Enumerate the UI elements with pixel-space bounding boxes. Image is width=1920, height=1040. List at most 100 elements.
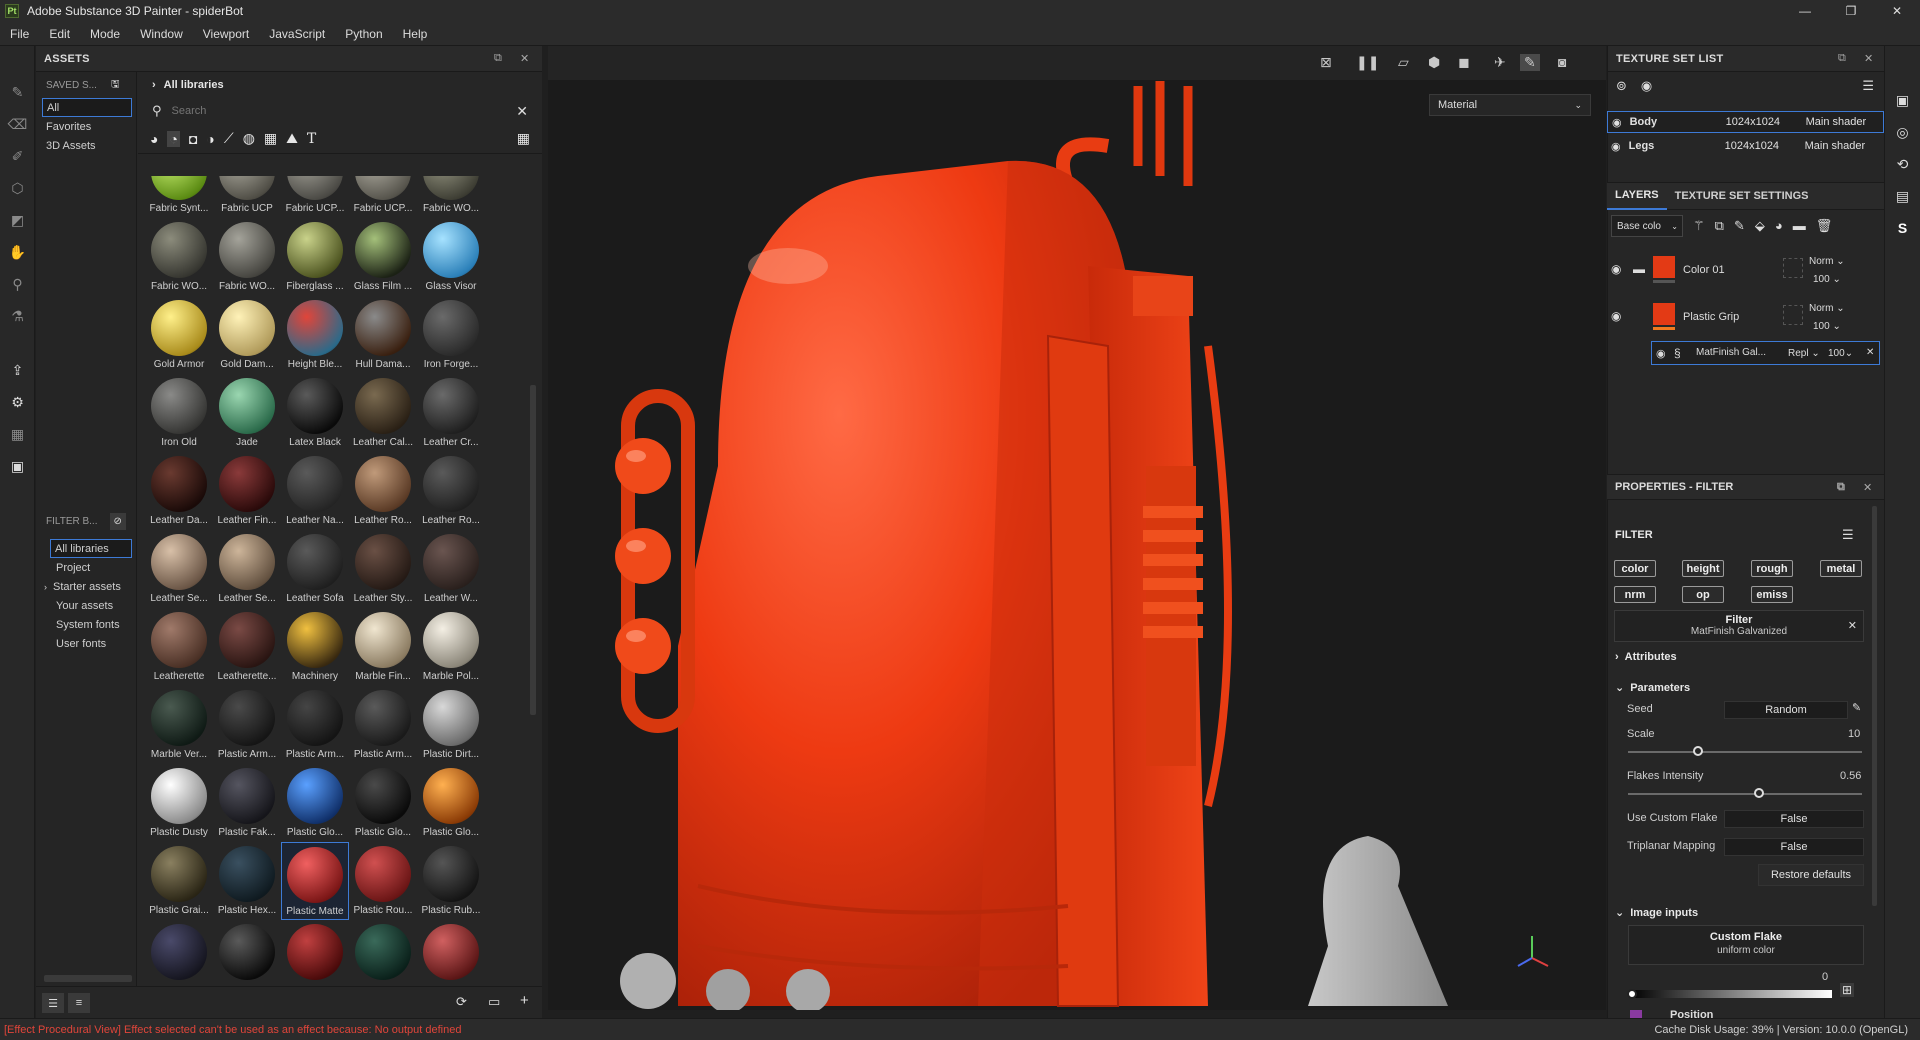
side-item-favorites[interactable]: Favorites (36, 117, 136, 136)
chip-nrm[interactable]: nrm (1614, 586, 1656, 603)
grid-view-icon[interactable]: ▦ (517, 130, 530, 147)
geometry-fill-icon[interactable]: ⬡ (0, 172, 35, 204)
shader-settings-icon[interactable]: S (1885, 212, 1920, 244)
float-panel-icon[interactable]: ⧉ (1838, 52, 1846, 65)
image-picker-icon[interactable]: ⊞ (1840, 983, 1855, 997)
menu-javascript[interactable]: JavaScript (259, 27, 335, 41)
eye-icon[interactable]: ◉ (1612, 116, 1622, 129)
asset-thumbnail[interactable] (145, 920, 213, 986)
add-folder-icon[interactable]: ▬ (1793, 218, 1806, 234)
effect-item-matfinish[interactable]: ◉ § MatFinish Gal... Repl ⌄ 100⌄ ✕ (1651, 341, 1880, 365)
flakes-slider-track[interactable] (1628, 793, 1862, 795)
filter-fonts-icon[interactable]: T (307, 131, 316, 147)
assets-search-input[interactable] (171, 105, 492, 117)
asset-thumbnail[interactable]: Gold Dam... (213, 296, 281, 374)
polygon-fill-icon[interactable]: ◩ (0, 204, 35, 236)
new-folder-icon[interactable]: ▭ (488, 994, 500, 1010)
chip-metal[interactable]: metal (1820, 560, 1862, 577)
3d-view-icon[interactable]: ⬢ (1428, 54, 1440, 71)
asset-thumbnail[interactable]: Fabric UCP... (349, 176, 417, 218)
menu-edit[interactable]: Edit (39, 27, 80, 41)
filter-textures-icon[interactable]: ▦ (264, 130, 277, 147)
triplanar-mapping-toggle[interactable]: False (1724, 838, 1864, 856)
filter-alphas-icon[interactable]: ◍ (243, 130, 255, 147)
gradient-knob[interactable] (1627, 989, 1637, 999)
asset-thumbnail[interactable]: Leather Fin... (213, 452, 281, 530)
custom-flake-resource-box[interactable]: Custom Flake uniform color (1628, 925, 1864, 965)
paint-mode-icon[interactable]: ✎ (1520, 54, 1540, 71)
asset-thumbnail[interactable]: Jade (213, 374, 281, 452)
asset-thumbnail[interactable]: Leather Ro... (417, 452, 485, 530)
eye-icon[interactable]: ◉ (1641, 78, 1652, 94)
asset-thumbnail[interactable]: Plastic Arm... (281, 686, 349, 764)
opacity-dropdown[interactable]: 100 ⌄ (1813, 321, 1841, 332)
asset-thumbnail[interactable]: Gold Armor (145, 296, 213, 374)
effect-blend-dropdown[interactable]: Repl ⌄ (1788, 348, 1820, 359)
add-fill-layer-icon[interactable]: ⬙ (1755, 218, 1765, 234)
asset-thumbnail[interactable]: Plastic Arm... (349, 686, 417, 764)
chip-op[interactable]: op (1682, 586, 1724, 603)
attributes-section[interactable]: › Attributes (1615, 651, 1677, 663)
asset-thumbnail[interactable]: Fabric Synt... (145, 176, 213, 218)
visibility-toggle-icon[interactable]: ⊚ (1616, 78, 1627, 94)
add-paint-layer-icon[interactable]: ✎ (1734, 218, 1745, 234)
breadcrumb[interactable]: All libraries (164, 79, 224, 91)
mask-slot[interactable] (1783, 305, 1803, 325)
gradient-slider[interactable] (1630, 990, 1832, 998)
filter-brushes-icon[interactable]: ⟋ (224, 130, 234, 147)
asset-thumbnail[interactable]: Leather Se... (213, 530, 281, 608)
breadcrumb-arrow-icon[interactable]: › (152, 79, 156, 91)
hide-ui-icon[interactable]: ⊠ (1320, 54, 1332, 71)
properties-scrollbar[interactable] (1872, 506, 1877, 906)
layer-item-color-01[interactable]: ◉ ▬ Color 01 Norm ⌄ 100 ⌄ (1607, 248, 1884, 292)
menu-help[interactable]: Help (393, 27, 438, 41)
asset-thumbnail[interactable]: Plastic Arm... (213, 686, 281, 764)
library-starter-assets[interactable]: › Starter assets (36, 577, 136, 596)
delete-layer-icon[interactable]: 🗑 (1816, 218, 1833, 234)
asset-thumbnail[interactable]: Hull Dama... (349, 296, 417, 374)
viewport-channel-select[interactable]: Material ⌄ (1429, 94, 1591, 116)
chip-height[interactable]: height (1682, 560, 1724, 577)
scale-value[interactable]: 10 (1848, 728, 1860, 740)
clone-icon[interactable]: ⚲ (0, 268, 35, 300)
refresh-icon[interactable]: ⟳ (456, 994, 467, 1010)
2d-view-icon[interactable]: ▱ (1398, 54, 1409, 71)
eye-icon[interactable]: ◉ (1656, 347, 1666, 360)
restore-defaults-button[interactable]: Restore defaults (1758, 864, 1864, 886)
library-your-assets[interactable]: Your assets (36, 596, 136, 615)
parameters-section[interactable]: ⌄ Parameters (1615, 681, 1690, 694)
image-inputs-section[interactable]: ⌄ Image inputs (1615, 906, 1698, 919)
asset-thumbnail[interactable]: Height Ble... (281, 296, 349, 374)
menu-viewport[interactable]: Viewport (193, 27, 259, 41)
remove-filter-icon[interactable]: ✕ (1848, 619, 1857, 632)
minimize-button[interactable]: — (1782, 0, 1828, 22)
filter-visibility-icon[interactable]: ⊘ (109, 512, 126, 530)
asset-thumbnail[interactable]: Plastic Glo... (417, 764, 485, 842)
tab-layers[interactable]: LAYERS (1607, 182, 1667, 210)
eye-icon[interactable]: ◉ (1611, 309, 1621, 323)
asset-thumbnail[interactable]: Plastic Matte (281, 842, 349, 920)
channel-dropdown[interactable]: Base colo ⌄ (1611, 215, 1683, 237)
maximize-button[interactable]: ❐ (1828, 0, 1874, 22)
asset-thumbnail[interactable]: Plastic Rub... (417, 842, 485, 920)
library-user-fonts[interactable]: User fonts (36, 634, 136, 653)
effect-opacity-dropdown[interactable]: 100⌄ (1828, 348, 1853, 359)
use-custom-flake-toggle[interactable]: False (1724, 810, 1864, 828)
history-icon[interactable]: ⟲ (1885, 148, 1920, 180)
export-icon[interactable]: ⇪ (0, 354, 35, 386)
texture-icon[interactable]: ▦ (0, 418, 35, 450)
close-panel-icon[interactable]: ✕ (1863, 481, 1872, 494)
asset-thumbnail[interactable]: Machinery (281, 608, 349, 686)
flakes-slider-knob[interactable] (1754, 788, 1765, 798)
asset-thumbnail[interactable]: Leather Da... (145, 452, 213, 530)
menu-mode[interactable]: Mode (80, 27, 130, 41)
opacity-dropdown[interactable]: 100 ⌄ (1813, 274, 1841, 285)
library-project[interactable]: Project (36, 558, 136, 577)
screenshot-camera-icon[interactable]: ◙ (1558, 54, 1566, 70)
gradient-value[interactable]: 0 (1822, 971, 1828, 983)
blend-mode-dropdown[interactable]: Norm ⌄ (1809, 303, 1845, 314)
asset-thumbnail[interactable]: Fabric WO... (213, 218, 281, 296)
asset-thumbnail[interactable]: Fabric WO... (417, 176, 485, 218)
settings-menu-icon[interactable]: ☰ (1862, 78, 1874, 94)
smudge-icon[interactable]: ✋ (0, 236, 35, 268)
